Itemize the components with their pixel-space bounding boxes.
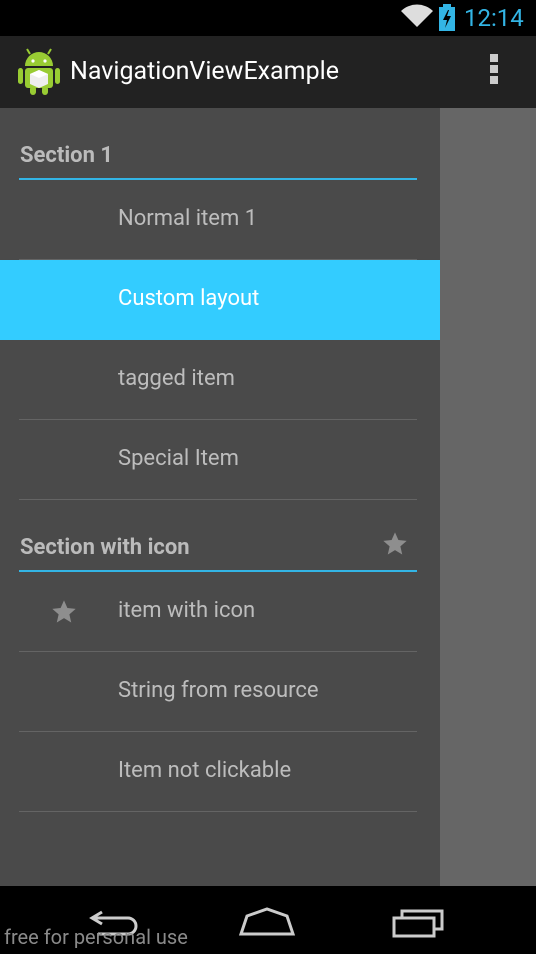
star-icon	[383, 532, 407, 555]
nav-item-label: Normal item 1	[118, 206, 258, 231]
battery-icon	[439, 4, 455, 31]
divider	[19, 811, 417, 812]
android-icon[interactable]	[16, 46, 62, 96]
nav-item-with-icon[interactable]: item with icon	[0, 572, 440, 652]
section-header-1: Section 1	[19, 108, 417, 180]
nav-item-normal[interactable]: Normal item 1	[0, 180, 440, 260]
navigation-drawer: Section 1 Normal item 1 Custom layout ta…	[0, 108, 440, 886]
section-title: Section 1	[20, 143, 113, 168]
nav-item-label: item with icon	[118, 598, 256, 623]
status-bar: 12:14	[0, 0, 536, 36]
nav-item-label: Item not clickable	[118, 758, 292, 783]
overflow-menu-icon[interactable]	[488, 54, 500, 90]
recents-icon[interactable]	[390, 906, 446, 938]
nav-item-label: tagged item	[118, 366, 235, 391]
nav-item-custom-layout[interactable]: Custom layout	[0, 260, 440, 340]
nav-item-label: Special Item	[118, 446, 239, 471]
nav-item-string-resource[interactable]: String from resource	[0, 652, 440, 732]
content-area: Section 1 Normal item 1 Custom layout ta…	[0, 108, 536, 886]
wifi-icon	[401, 4, 433, 27]
nav-item-label: Custom layout	[118, 286, 260, 311]
nav-item-label: String from resource	[118, 678, 319, 703]
nav-item-special[interactable]: Special Item	[0, 420, 440, 500]
section-header-2: Section with icon	[19, 500, 417, 572]
app-title: NavigationViewExample	[70, 57, 339, 86]
action-bar: NavigationViewExample	[0, 36, 536, 108]
star-icon	[52, 600, 76, 623]
watermark: free for personal use	[4, 925, 188, 949]
section-title: Section with icon	[20, 535, 190, 560]
nav-item-tagged[interactable]: tagged item	[0, 340, 440, 420]
clock: 12:14	[464, 4, 524, 32]
nav-item-not-clickable: Item not clickable	[0, 732, 440, 812]
home-icon[interactable]	[238, 906, 296, 938]
